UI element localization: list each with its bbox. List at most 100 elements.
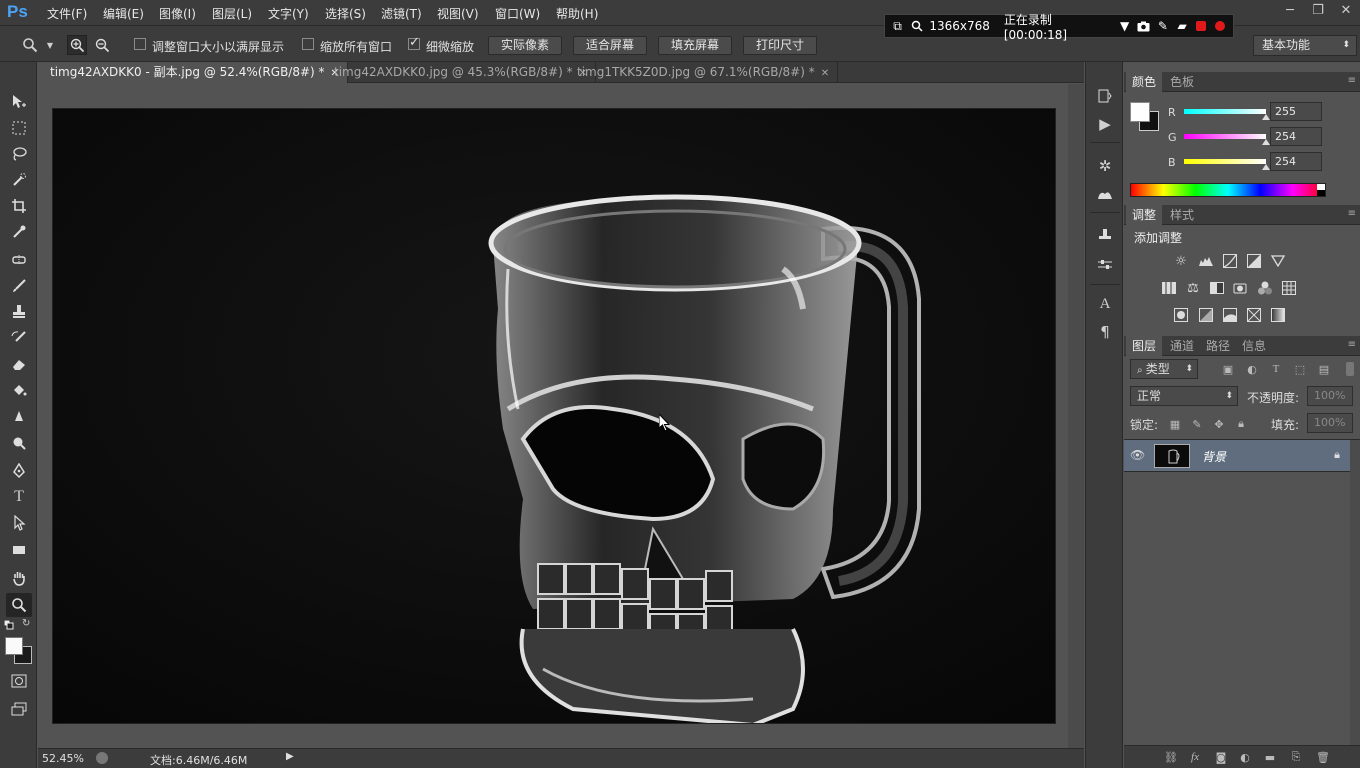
rectangle-tool-icon[interactable]: [6, 538, 32, 562]
menu-type[interactable]: 文字(Y): [268, 5, 309, 22]
color-lookup-icon[interactable]: [1280, 280, 1298, 296]
slider-thumb-icon[interactable]: [1262, 114, 1270, 120]
eraser-icon[interactable]: ▰: [1176, 19, 1189, 33]
paragraph-panel-icon[interactable]: ¶: [1095, 322, 1115, 342]
tool-presets-icon[interactable]: [1095, 254, 1115, 274]
menu-view[interactable]: 视图(V): [437, 5, 479, 22]
panel-menu-icon[interactable]: ≡: [1348, 75, 1356, 86]
scrubby-zoom-checkbox[interactable]: [408, 35, 420, 50]
brush-settings-icon[interactable]: ✲: [1095, 156, 1115, 176]
tool-preset-dropdown-icon[interactable]: ▼: [40, 35, 60, 55]
tab-info[interactable]: 信息: [1236, 336, 1272, 356]
tab-adjustments[interactable]: 调整: [1126, 205, 1163, 225]
status-info-icon[interactable]: [96, 752, 108, 764]
red-slider-track[interactable]: [1184, 109, 1266, 114]
zoom-out-icon[interactable]: [92, 35, 112, 55]
crop-tool-icon[interactable]: [6, 194, 32, 218]
lock-image-icon[interactable]: ✎: [1190, 417, 1204, 431]
layer-name[interactable]: 背景: [1202, 448, 1226, 465]
clone-stamp-tool-icon[interactable]: [6, 300, 32, 324]
quick-select-tool-icon[interactable]: [6, 168, 32, 192]
slider-thumb-icon[interactable]: [1262, 164, 1270, 170]
tab-paths[interactable]: 路径: [1200, 336, 1236, 356]
exposure-icon[interactable]: [1245, 253, 1263, 269]
new-group-icon[interactable]: ▬: [1263, 750, 1277, 764]
gradient-map-icon[interactable]: [1269, 307, 1287, 323]
search-icon[interactable]: [910, 19, 923, 33]
clone-source-icon[interactable]: [1095, 226, 1115, 246]
screen-mode-icon[interactable]: [6, 697, 32, 721]
workspace-select[interactable]: 基本功能 ⬍: [1253, 35, 1357, 56]
filter-type-icon[interactable]: T: [1269, 362, 1283, 376]
record-icon[interactable]: [1214, 19, 1227, 33]
invert-icon[interactable]: [1172, 307, 1190, 323]
close-icon[interactable]: ✕: [821, 68, 829, 79]
dodge-tool-icon[interactable]: [6, 431, 32, 455]
actual-pixels-button[interactable]: 实际像素: [488, 36, 562, 55]
lock-transparent-icon[interactable]: ▦: [1168, 417, 1182, 431]
posterize-icon[interactable]: [1197, 307, 1215, 323]
channel-mixer-icon[interactable]: [1256, 280, 1274, 296]
actions-panel-icon[interactable]: ▶: [1095, 114, 1115, 134]
zoom-level[interactable]: 52.45%: [42, 752, 84, 765]
tab-styles[interactable]: 样式: [1164, 205, 1200, 225]
fill-input[interactable]: 100%: [1307, 413, 1353, 433]
new-layer-icon[interactable]: ⎘: [1289, 750, 1303, 764]
new-adjustment-layer-icon[interactable]: ◐: [1238, 750, 1252, 764]
minimize-icon[interactable]: ─: [1276, 0, 1304, 20]
blue-slider-track[interactable]: [1184, 159, 1266, 164]
menu-help[interactable]: 帮助(H): [556, 5, 598, 22]
restore-icon[interactable]: ❐: [1304, 0, 1332, 20]
close-icon[interactable]: ✕: [1332, 0, 1360, 20]
menu-window[interactable]: 窗口(W): [495, 5, 540, 22]
tab-color[interactable]: 颜色: [1126, 72, 1163, 92]
slider-thumb-icon[interactable]: [1262, 139, 1270, 145]
color-spectrum-bar[interactable]: [1130, 183, 1326, 197]
document-tab-3[interactable]: timg1TKK5Z0D.jpg @ 67.1%(RGB/8#) * ✕: [565, 62, 839, 83]
lock-position-icon[interactable]: ✥: [1212, 417, 1226, 431]
quick-mask-icon[interactable]: [6, 669, 32, 693]
filter-toggle[interactable]: [1346, 362, 1354, 376]
resize-windows-checkbox[interactable]: [134, 38, 146, 50]
layer-row[interactable]: 👁︎ 背景 🔒︎: [1124, 440, 1350, 472]
brightness-contrast-icon[interactable]: ☼: [1172, 253, 1190, 269]
layers-scrollbar[interactable]: [1350, 440, 1360, 745]
swap-colors-icon[interactable]: ↻: [22, 618, 34, 630]
menu-select[interactable]: 选择(S): [325, 5, 366, 22]
panel-menu-icon[interactable]: ≡: [1348, 208, 1356, 219]
vertical-scrollbar[interactable]: [1068, 84, 1084, 748]
lasso-tool-icon[interactable]: [6, 142, 32, 166]
eraser-tool-icon[interactable]: [6, 352, 32, 376]
zoom-tool-icon[interactable]: [20, 35, 40, 55]
curves-icon[interactable]: [1221, 253, 1239, 269]
document-tab-2[interactable]: timg42AXDKK0.jpg @ 45.3%(RGB/8#) * ✕: [322, 62, 596, 83]
blur-tool-icon[interactable]: [6, 405, 32, 429]
black-white-icon[interactable]: [1208, 280, 1226, 296]
tab-layers[interactable]: 图层: [1126, 336, 1163, 356]
brush-tool-icon[interactable]: [6, 274, 32, 298]
paint-bucket-tool-icon[interactable]: [6, 378, 32, 402]
default-colors-icon[interactable]: [3, 619, 14, 630]
type-tool-icon[interactable]: T: [6, 485, 32, 509]
canvas-area[interactable]: [38, 84, 1084, 748]
fit-screen-button[interactable]: 适合屏幕: [573, 36, 647, 55]
zoom-tool-active-icon[interactable]: [6, 593, 32, 617]
zoom-all-windows-checkbox[interactable]: [302, 38, 314, 50]
move-tool-icon[interactable]: [6, 90, 32, 114]
red-value-input[interactable]: 255: [1270, 102, 1322, 121]
brush-presets-icon[interactable]: [1095, 184, 1115, 204]
tab-swatches[interactable]: 色板: [1164, 72, 1200, 92]
opacity-input[interactable]: 100%: [1307, 386, 1353, 406]
blue-value-input[interactable]: 254: [1270, 152, 1322, 171]
selective-color-icon[interactable]: [1245, 307, 1263, 323]
menu-layer[interactable]: 图层(L): [212, 5, 252, 22]
menu-edit[interactable]: 编辑(E): [103, 5, 144, 22]
hand-tool-icon[interactable]: [6, 566, 32, 590]
zoom-in-icon[interactable]: [67, 35, 87, 55]
color-balance-icon[interactable]: ⚖: [1184, 280, 1202, 296]
threshold-icon[interactable]: [1221, 307, 1239, 323]
document-canvas[interactable]: [52, 108, 1056, 724]
camera-icon[interactable]: [1137, 19, 1150, 33]
green-value-input[interactable]: 254: [1270, 127, 1322, 146]
marquee-tool-icon[interactable]: [6, 116, 32, 140]
